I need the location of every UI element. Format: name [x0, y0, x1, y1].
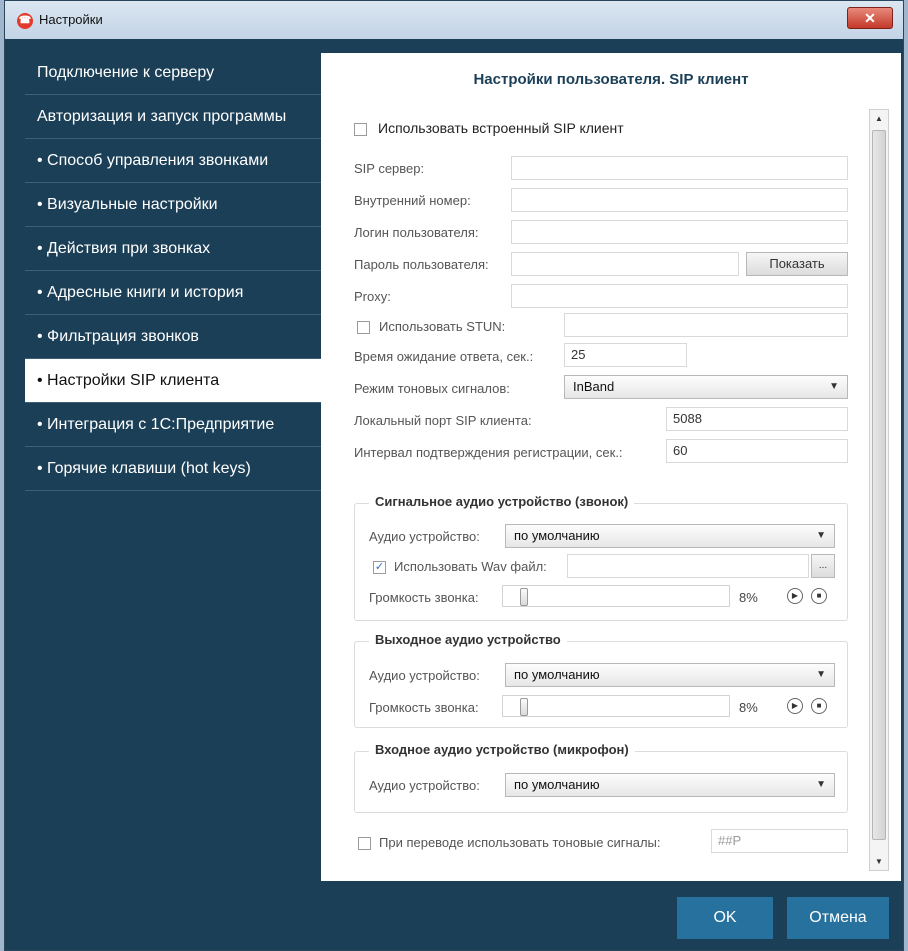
stop-icon[interactable]: ■: [811, 588, 827, 604]
ok-button[interactable]: OK: [677, 897, 773, 939]
proxy-label: Proxy:: [354, 289, 391, 304]
stop-icon[interactable]: ■: [811, 698, 827, 714]
sidebar-item-address-books[interactable]: • Адресные книги и история: [25, 271, 325, 315]
sidebar: Подключение к серверу Авторизация и запу…: [25, 51, 325, 881]
settings-window: ☎ Настройки ✕ Подключение к серверу Авто…: [4, 0, 904, 951]
ext-number-label: Внутренний номер:: [354, 193, 471, 208]
sidebar-item-sip-client[interactable]: • Настройки SIP клиента: [25, 359, 325, 403]
ring-device-group: Сигнальное аудио устройство (звонок) Ауд…: [354, 494, 848, 621]
dtmf-mode-value: InBand: [573, 379, 615, 394]
timeout-label: Время ожидание ответа, сек.:: [354, 349, 534, 364]
input-device-group-title: Входное аудио устройство (микрофон): [369, 742, 635, 757]
login-label: Логин пользователя:: [354, 225, 479, 240]
timeout-input[interactable]: 25: [564, 343, 687, 367]
output-device-label: Аудио устройство:: [369, 668, 480, 683]
window-title: Настройки: [39, 12, 103, 27]
use-builtin-sip-label: Использовать встроенный SIP клиент: [378, 120, 624, 136]
app-icon: ☎: [17, 13, 33, 29]
input-device-value: по умолчанию: [514, 777, 600, 792]
wav-file-checkbox[interactable]: ✓: [373, 561, 386, 574]
sip-server-input[interactable]: [511, 156, 848, 180]
local-port-label: Локальный порт SIP клиента:: [354, 413, 532, 428]
close-button[interactable]: ✕: [847, 7, 893, 29]
dtmf-mode-label: Режим тоновых сигналов:: [354, 381, 510, 396]
chevron-down-icon: ▼: [816, 669, 826, 680]
sidebar-item-authorization[interactable]: Авторизация и запуск программы: [25, 95, 325, 139]
reg-interval-input[interactable]: 60: [666, 439, 848, 463]
wav-file-label: Использовать Wav файл:: [394, 559, 547, 574]
ring-volume-percent: 8%: [739, 590, 758, 605]
output-volume-percent: 8%: [739, 700, 758, 715]
scroll-up-icon[interactable]: ▲: [870, 114, 888, 123]
ring-volume-label: Громкость звонка:: [369, 590, 479, 605]
login-input[interactable]: [511, 220, 848, 244]
ring-device-select[interactable]: по умолчанию ▼: [505, 524, 835, 548]
play-icon[interactable]: ▶: [787, 588, 803, 604]
stun-label: Использовать STUN:: [379, 319, 506, 334]
transfer-dtmf-label: При переводе использовать тоновые сигнал…: [379, 835, 661, 850]
stun-input[interactable]: [564, 313, 848, 337]
ext-number-input[interactable]: [511, 188, 848, 212]
sidebar-item-visual-settings[interactable]: • Визуальные настройки: [25, 183, 325, 227]
close-icon: ✕: [864, 10, 876, 26]
show-password-button[interactable]: Показать: [746, 252, 848, 276]
sidebar-item-call-filtering[interactable]: • Фильтрация звонков: [25, 315, 325, 359]
input-device-select[interactable]: по умолчанию ▼: [505, 773, 835, 797]
ring-device-label: Аудио устройство:: [369, 529, 480, 544]
chevron-down-icon: ▼: [816, 530, 826, 541]
output-device-value: по умолчанию: [514, 667, 600, 682]
play-icon[interactable]: ▶: [787, 698, 803, 714]
use-builtin-sip-checkbox[interactable]: [354, 123, 367, 136]
reg-interval-label: Интервал подтверждения регистрации, сек.…: [354, 445, 623, 460]
output-volume-thumb[interactable]: [520, 698, 528, 716]
sidebar-item-hotkeys[interactable]: • Горячие клавиши (hot keys): [25, 447, 325, 491]
sidebar-item-1c-integration[interactable]: • Интеграция с 1С:Предприятие: [25, 403, 325, 447]
password-label: Пароль пользователя:: [354, 257, 489, 272]
ring-volume-thumb[interactable]: [520, 588, 528, 606]
chevron-down-icon: ▼: [816, 779, 826, 790]
password-input[interactable]: [511, 252, 739, 276]
transfer-dtmf-input[interactable]: ##P: [711, 829, 848, 853]
browse-wav-button[interactable]: ...: [811, 554, 835, 578]
title-bar: ☎ Настройки ✕: [5, 1, 903, 39]
wav-file-input[interactable]: [567, 554, 809, 578]
page-title: Настройки пользователя. SIP клиент: [473, 71, 749, 88]
stun-checkbox[interactable]: [357, 321, 370, 334]
input-device-label: Аудио устройство:: [369, 778, 480, 793]
transfer-dtmf-checkbox[interactable]: [358, 837, 371, 850]
output-volume-label: Громкость звонка:: [369, 700, 479, 715]
output-device-select[interactable]: по умолчанию ▼: [505, 663, 835, 687]
chevron-down-icon: ▼: [829, 381, 839, 392]
sidebar-item-server-connection[interactable]: Подключение к серверу: [25, 51, 325, 95]
dtmf-mode-select[interactable]: InBand ▼: [564, 375, 848, 399]
proxy-input[interactable]: [511, 284, 848, 308]
cancel-button[interactable]: Отмена: [787, 897, 889, 939]
output-volume-slider[interactable]: [502, 695, 730, 717]
ring-device-value: по умолчанию: [514, 528, 600, 543]
scroll-thumb[interactable]: [872, 130, 886, 840]
sip-server-label: SIP сервер:: [354, 161, 425, 176]
input-device-group: Входное аудио устройство (микрофон) Ауди…: [354, 742, 848, 813]
ring-volume-slider[interactable]: [502, 585, 730, 607]
output-device-group: Выходное аудио устройство Аудио устройст…: [354, 632, 848, 728]
vertical-scrollbar[interactable]: ▲ ▼: [869, 109, 889, 871]
output-device-group-title: Выходное аудио устройство: [369, 632, 567, 647]
ring-device-group-title: Сигнальное аудио устройство (звонок): [369, 494, 635, 509]
sidebar-item-call-control[interactable]: • Способ управления звонками: [25, 139, 325, 183]
scroll-down-icon[interactable]: ▼: [870, 857, 888, 866]
settings-panel: Настройки пользователя. SIP клиент Испол…: [321, 53, 901, 881]
local-port-input[interactable]: 5088: [666, 407, 848, 431]
sidebar-item-call-actions[interactable]: • Действия при звонках: [25, 227, 325, 271]
